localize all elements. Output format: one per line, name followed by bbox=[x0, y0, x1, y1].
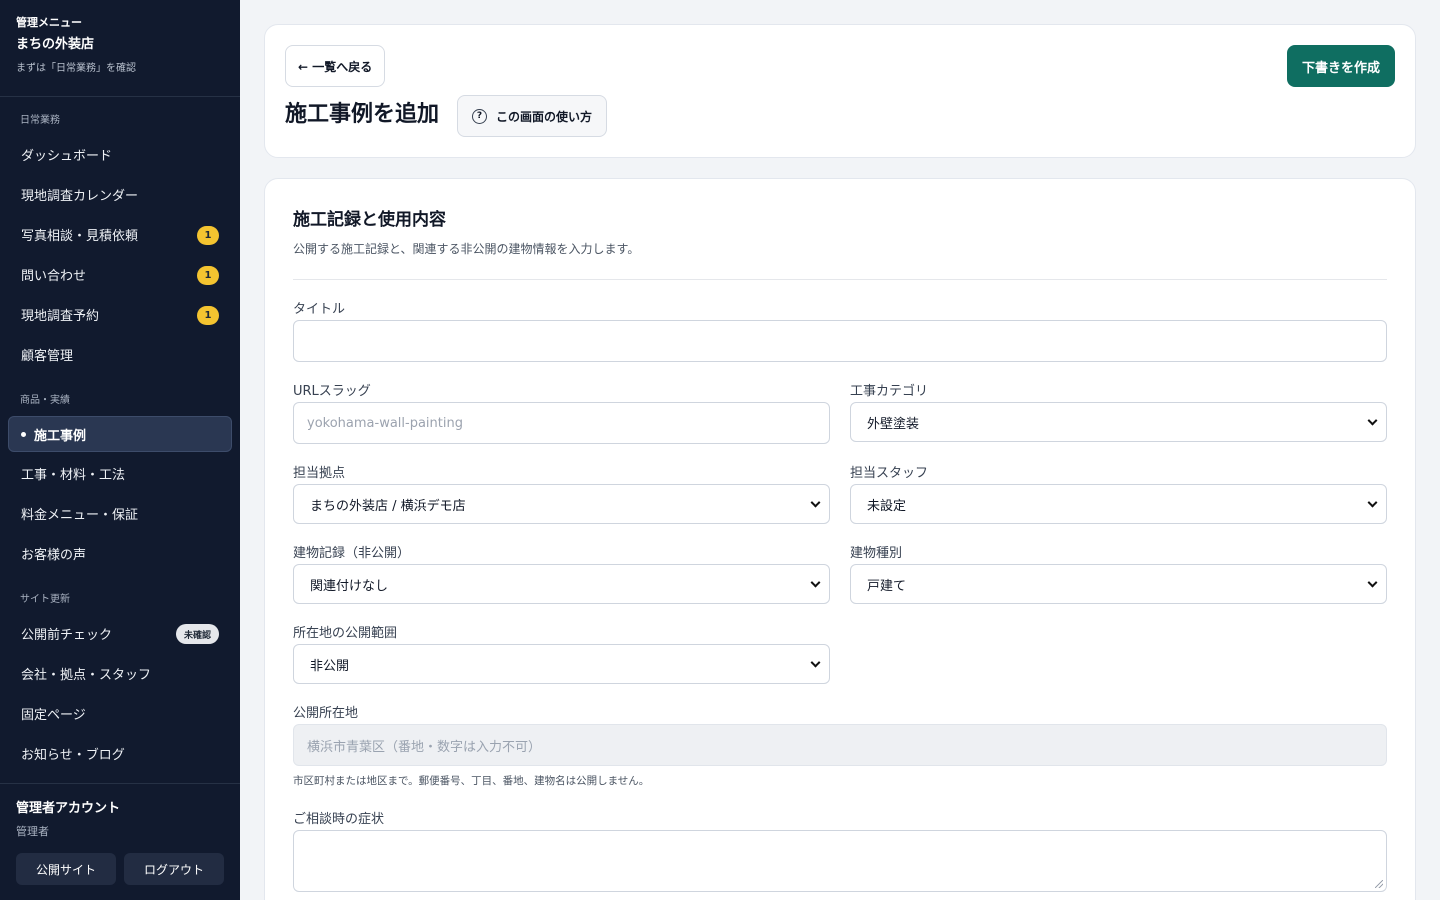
chevron-down-icon bbox=[1367, 415, 1378, 426]
sidebar-item-dashboard[interactable]: ダッシュボード bbox=[8, 136, 232, 172]
status-badge: 未確認 bbox=[175, 624, 219, 644]
building-record-label: 建物記録（非公開） bbox=[293, 546, 411, 561]
count-badge: 1 bbox=[197, 226, 219, 245]
sidebar-item-label: 公開前チェック bbox=[21, 627, 113, 643]
chevron-down-icon bbox=[810, 577, 821, 588]
sidebar-item-label: お知らせ・ブログ bbox=[21, 747, 125, 763]
title-label: タイトル bbox=[293, 302, 346, 317]
public-address-note: 市区町村または地区まで。郵便番号、丁目、番地、建物名は公開しません。 bbox=[293, 775, 650, 787]
symptom-label: ご相談時の症状 bbox=[293, 812, 385, 827]
help-button-label: この画面の使い方 bbox=[496, 109, 593, 124]
sidebar-item-label: 現地調査カレンダー bbox=[21, 188, 139, 204]
account-name: 管理者アカウント bbox=[16, 801, 121, 816]
sidebar-item-company[interactable]: 会社・拠点・スタッフ bbox=[8, 655, 232, 691]
sidebar-item-label: 現地調査予約 bbox=[21, 308, 100, 324]
public-address-input: 横浜市青葉区（番地・数字は入力不可） bbox=[293, 724, 1387, 766]
sidebar-item-label: お客様の声 bbox=[21, 547, 87, 563]
sidebar-item-label: 顧客管理 bbox=[21, 348, 74, 364]
divider bbox=[293, 279, 1387, 280]
sidebar-item-customers[interactable]: 顧客管理 bbox=[8, 336, 232, 372]
section-daily: 日常業務 bbox=[20, 115, 60, 126]
chevron-down-icon bbox=[1367, 577, 1378, 588]
sidebar-hint: まずは「日常業務」を確認 bbox=[16, 63, 136, 74]
help-button[interactable]: ? この画面の使い方 bbox=[457, 95, 608, 137]
question-circle-icon: ? bbox=[472, 108, 487, 124]
slug-label: URLスラッグ bbox=[293, 384, 371, 399]
sidebar-item-label: 料金メニュー・保証 bbox=[21, 507, 139, 523]
sidebar-caption: 管理メニュー bbox=[16, 16, 82, 29]
sidebar-item-case-studies[interactable]: 施工事例 bbox=[8, 416, 232, 452]
count-badge: 1 bbox=[197, 306, 219, 325]
section-description: 公開する施工記録と、関連する非公開の建物情報を入力します。 bbox=[293, 242, 640, 256]
logout-button[interactable]: ログアウト bbox=[124, 853, 224, 885]
section-title: 施工記録と使用内容 bbox=[293, 210, 446, 230]
building-type-value: 戸建て bbox=[867, 578, 907, 594]
sidebar-item-static-pages[interactable]: 固定ページ bbox=[8, 695, 232, 731]
base-value: まちの外装店 / 横浜デモ店 bbox=[310, 498, 466, 514]
base-label: 担当拠点 bbox=[293, 466, 346, 481]
resize-grip-icon[interactable] bbox=[1375, 880, 1383, 888]
sidebar-item-inquiries[interactable]: 問い合わせ 1 bbox=[8, 256, 232, 292]
sidebar-item-survey-booking[interactable]: 現地調査予約 1 bbox=[8, 296, 232, 332]
page-title: 施工事例を追加 bbox=[285, 102, 440, 127]
sidebar-item-pricing[interactable]: 料金メニュー・保証 bbox=[8, 495, 232, 531]
building-record-select[interactable]: 関連付けなし bbox=[293, 564, 830, 604]
slug-input[interactable]: yokohama-wall-painting bbox=[293, 402, 830, 444]
sidebar-item-label: 写真相談・見積依頼 bbox=[21, 228, 139, 244]
sidebar-item-news-blog[interactable]: お知らせ・ブログ bbox=[8, 735, 232, 771]
create-draft-button[interactable]: 下書きを作成 bbox=[1286, 45, 1395, 87]
sidebar-item-photo-consult[interactable]: 写真相談・見積依頼 1 bbox=[8, 216, 232, 252]
sidebar: 管理メニュー まちの外装店 まずは「日常業務」を確認 日常業務 ダッシュボード … bbox=[0, 0, 240, 900]
sidebar-item-label: 問い合わせ bbox=[21, 268, 87, 284]
sidebar-item-label: 施工事例 bbox=[34, 428, 87, 444]
building-type-select[interactable]: 戸建て bbox=[850, 564, 1387, 604]
sidebar-header: 管理メニュー まちの外装店 まずは「日常業務」を確認 bbox=[0, 0, 240, 97]
account-role: 管理者 bbox=[16, 825, 49, 838]
page-header-card: ← 一覧へ戻る 施工事例を追加 ? この画面の使い方 下書きを作成 bbox=[264, 24, 1416, 158]
staff-label: 担当スタッフ bbox=[850, 466, 929, 481]
category-select[interactable]: 外壁塗装 bbox=[850, 402, 1387, 442]
sidebar-item-label: ダッシュボード bbox=[21, 148, 113, 164]
location-scope-select[interactable]: 非公開 bbox=[293, 644, 830, 684]
sidebar-footer: 管理者アカウント 管理者 公開サイト ログアウト bbox=[0, 783, 240, 900]
sidebar-item-materials[interactable]: 工事・材料・工法 bbox=[8, 455, 232, 491]
location-scope-value: 非公開 bbox=[310, 658, 350, 674]
sidebar-item-label: 会社・拠点・スタッフ bbox=[21, 667, 152, 683]
public-site-button[interactable]: 公開サイト bbox=[16, 853, 116, 885]
public-address-label: 公開所在地 bbox=[293, 706, 359, 721]
staff-value: 未設定 bbox=[867, 498, 907, 514]
title-input[interactable] bbox=[293, 320, 1387, 362]
active-dot-icon bbox=[21, 431, 26, 437]
symptom-textarea[interactable] bbox=[293, 830, 1387, 892]
sidebar-item-survey-calendar[interactable]: 現地調査カレンダー bbox=[8, 176, 232, 212]
category-label: 工事カテゴリ bbox=[850, 384, 929, 399]
shop-name: まちの外装店 bbox=[16, 37, 95, 52]
back-to-list-button[interactable]: ← 一覧へ戻る bbox=[285, 45, 386, 87]
sidebar-item-testimonials[interactable]: お客様の声 bbox=[8, 535, 232, 571]
base-select[interactable]: まちの外装店 / 横浜デモ店 bbox=[293, 484, 830, 524]
sidebar-item-label: 工事・材料・工法 bbox=[21, 467, 126, 483]
building-type-label: 建物種別 bbox=[850, 546, 903, 561]
building-record-value: 関連付けなし bbox=[310, 578, 389, 594]
location-scope-label: 所在地の公開範囲 bbox=[293, 626, 398, 641]
chevron-down-icon bbox=[810, 657, 821, 668]
section-products: 商品・実績 bbox=[20, 395, 70, 406]
chevron-down-icon bbox=[810, 497, 821, 508]
count-badge: 1 bbox=[197, 266, 219, 285]
chevron-down-icon bbox=[1367, 497, 1378, 508]
form-card: 施工記録と使用内容 公開する施工記録と、関連する非公開の建物情報を入力します。 … bbox=[264, 178, 1416, 900]
staff-select[interactable]: 未設定 bbox=[850, 484, 1387, 524]
category-value: 外壁塗装 bbox=[867, 416, 920, 432]
section-site-update: サイト更新 bbox=[20, 594, 70, 605]
sidebar-item-label: 固定ページ bbox=[21, 707, 86, 723]
sidebar-item-prepublish-check[interactable]: 公開前チェック 未確認 bbox=[8, 615, 232, 651]
